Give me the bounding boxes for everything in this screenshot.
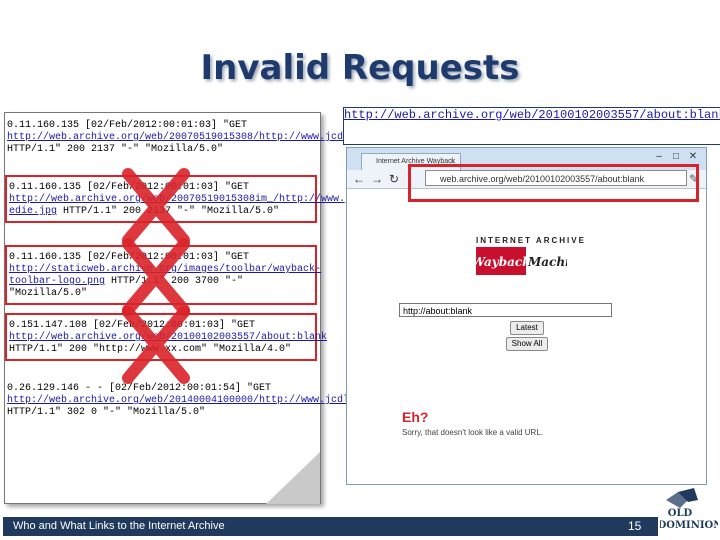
forward-icon[interactable]: → — [371, 172, 383, 186]
maximize-icon[interactable]: □ — [669, 151, 683, 163]
log-entry-text: HTTP/1.1" 200 2137 "-" "Mozilla/5.0" — [7, 144, 224, 155]
invalid-x-icon — [122, 306, 190, 384]
old-dominion-logo: OLD DOMINION — [660, 488, 718, 531]
wayback-machine-logo: Wayback Machine — [476, 247, 567, 275]
log-entry-link[interactable]: http://web.archive.org/web/2014000410000… — [7, 395, 379, 406]
log-entry-text: 0.26.129.146 - - [02/Feb/2012:00:01:54] … — [7, 383, 272, 394]
wayback-url-input[interactable]: http://about:blank — [399, 303, 612, 317]
svg-text:OLD: OLD — [668, 508, 693, 519]
log-entry-5: 0.26.129.146 - - [02/Feb/2012:00:01:54] … — [7, 383, 379, 419]
back-icon[interactable]: ← — [353, 172, 365, 186]
error-title: Eh? — [402, 409, 429, 425]
url-input-value: http://about:blank — [403, 306, 473, 316]
slide-title: Invalid Requests — [200, 48, 520, 88]
invalid-x-icon — [122, 168, 190, 246]
window-close-icon[interactable]: ✕ — [686, 151, 700, 163]
page-number: 15 — [628, 519, 642, 533]
footer-text: Who and What Links to the Internet Archi… — [13, 520, 225, 532]
show-all-button[interactable]: Show All — [506, 337, 548, 351]
highlight-url-link[interactable]: http://web.archive.org/web/2010010200355… — [344, 108, 720, 122]
latest-button[interactable]: Latest — [510, 321, 544, 335]
reload-icon[interactable]: ↻ — [389, 172, 399, 186]
svg-text:DOMINION: DOMINION — [660, 520, 718, 531]
log-entry-link[interactable]: http://web.archive.org/web/2007051901530… — [7, 132, 379, 143]
minimize-icon[interactable]: – — [652, 151, 666, 163]
footer-bar: Who and What Links to the Internet Archi… — [3, 517, 658, 536]
log-entry-text: HTTP/1.1" 302 0 "-" "Mozilla/5.0" — [7, 407, 206, 418]
log-entry-1: 0.11.160.135 [02/Feb/2012:00:01:03] "GET… — [7, 120, 379, 156]
log-entry-text: 0.11.160.135 [02/Feb/2012:00:01:03] "GET — [7, 120, 248, 131]
internet-archive-label: INTERNET ARCHIVE — [476, 236, 586, 245]
address-highlight — [408, 164, 699, 202]
highlight-url-box: http://web.archive.org/web/2010010200355… — [343, 107, 720, 145]
svg-text:Wayback: Wayback — [476, 255, 530, 269]
error-message: Sorry, that doesn't look like a valid UR… — [402, 428, 543, 437]
svg-text:Machine: Machine — [527, 255, 567, 269]
invalid-x-icon — [122, 238, 190, 316]
